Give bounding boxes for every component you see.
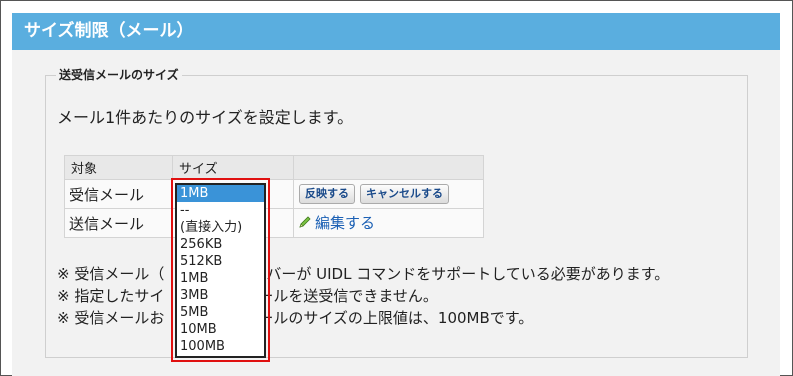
edit-cell: 編集する	[293, 208, 484, 238]
dropdown-option[interactable]: 1MB	[177, 185, 264, 202]
dropdown-option[interactable]: 5MB	[177, 304, 264, 321]
dropdown-option[interactable]: 1MB	[177, 270, 264, 287]
column-header-size: サイズ	[172, 155, 294, 180]
section-description: メール1件あたりのサイズを設定します。	[57, 108, 354, 127]
note-text-left: ※ 受信メール（	[57, 265, 165, 283]
page-title: サイズ制限（メール）	[24, 21, 194, 41]
table-row: 送信メール 編集する	[64, 208, 484, 238]
row-label-receive: 受信メール	[64, 179, 173, 209]
fieldset-legend: 送受信メールのサイズ	[56, 67, 182, 83]
size-settings-table: 対象 サイズ 受信メール 反映する キャンセルする 送信メール 編集する	[64, 155, 484, 238]
dropdown-option[interactable]: 256KB	[177, 236, 264, 253]
table-header-row: 対象 サイズ	[64, 155, 484, 180]
table-row: 受信メール 反映する キャンセルする	[64, 179, 484, 209]
dropdown-option[interactable]: 10MB	[177, 321, 264, 338]
size-dropdown-list[interactable]: 1MB -- (直接入力) 256KB 512KB 1MB 3MB 5MB 10…	[175, 183, 266, 358]
pencil-icon	[299, 216, 311, 228]
note-item: ※ 受信メール（ バーが UIDL コマンドをサポートしている必要があります。	[57, 263, 669, 285]
note-text-right: バーが UIDL コマンドをサポートしている必要があります。	[266, 265, 670, 283]
dropdown-option[interactable]: 3MB	[177, 287, 264, 304]
column-header-target: 対象	[64, 155, 173, 180]
note-item: ※ 指定したサイ ールを送受信できません。	[57, 285, 669, 307]
dropdown-option[interactable]: (直接入力)	[177, 219, 264, 236]
note-text-right: ールを送受信できません。	[258, 287, 438, 305]
page-header: サイズ制限（メール）	[12, 13, 780, 50]
column-header-actions	[293, 155, 484, 180]
dropdown-option[interactable]: 100MB	[177, 338, 264, 355]
note-text-left: ※ 受信メールお	[57, 309, 165, 327]
cancel-button[interactable]: キャンセルする	[360, 184, 449, 204]
edit-link-label: 編集する	[315, 214, 376, 232]
dropdown-option[interactable]: 512KB	[177, 253, 264, 270]
note-text-left: ※ 指定したサイ	[57, 287, 165, 305]
note-text-right: ールのサイズの上限値は、100MBです。	[258, 309, 534, 327]
apply-button[interactable]: 反映する	[299, 184, 355, 204]
row-label-send: 送信メール	[64, 208, 173, 238]
action-cell: 反映する キャンセルする	[293, 179, 484, 209]
edit-link[interactable]: 編集する	[298, 214, 375, 232]
note-item: ※ 受信メールお ールのサイズの上限値は、100MBです。	[57, 307, 669, 329]
notes-list: ※ 受信メール（ バーが UIDL コマンドをサポートしている必要があります。 ※…	[57, 263, 669, 329]
dropdown-option[interactable]: --	[177, 202, 264, 219]
